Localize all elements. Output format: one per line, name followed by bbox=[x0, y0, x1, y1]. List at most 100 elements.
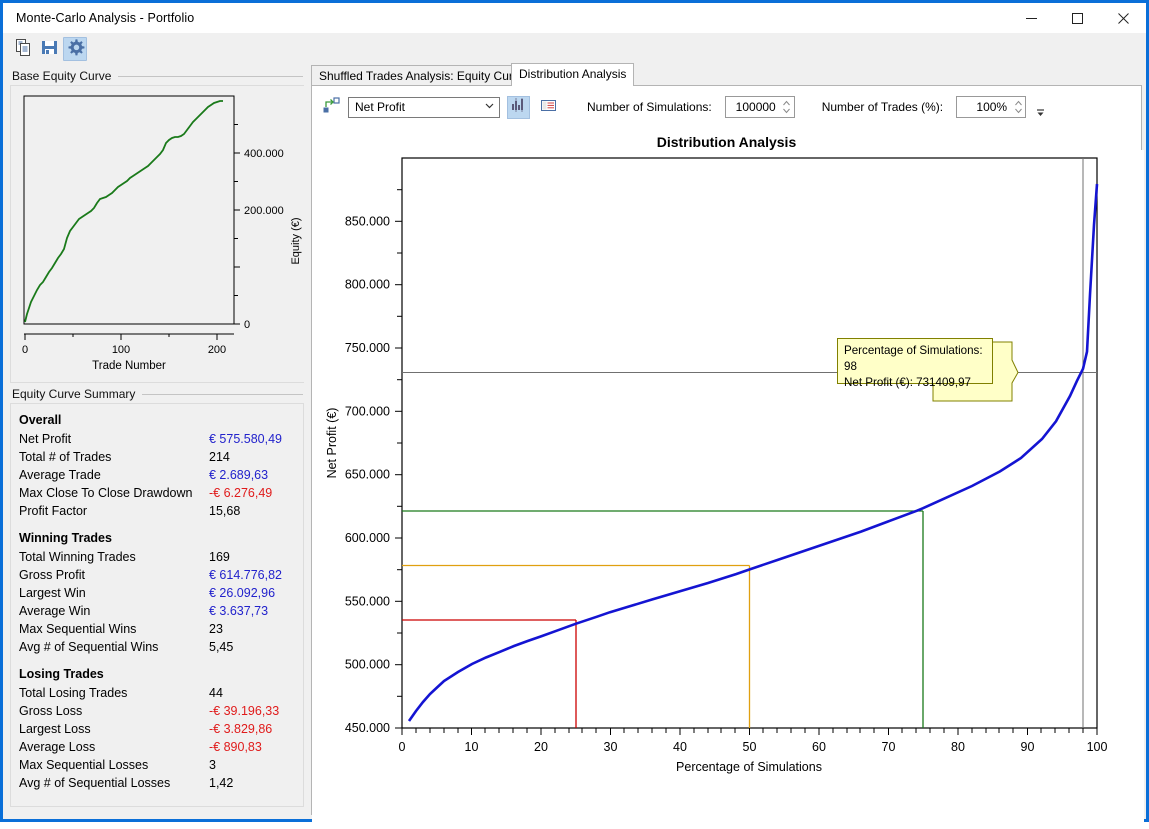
stat-label: Max Sequential Losses bbox=[19, 758, 209, 772]
stat-value: -€ 39.196,33 bbox=[209, 704, 279, 718]
section-heading: Losing Trades bbox=[11, 664, 303, 684]
svg-text:20: 20 bbox=[534, 740, 548, 754]
stat-value: 5,45 bbox=[209, 640, 233, 654]
svg-text:200: 200 bbox=[208, 344, 226, 356]
svg-text:200.000: 200.000 bbox=[244, 205, 284, 217]
copy-icon bbox=[14, 38, 33, 60]
section-spacer bbox=[11, 656, 303, 664]
tooltip-line-2: Net Profit (€): 731409,97 bbox=[844, 375, 986, 391]
svg-text:450.000: 450.000 bbox=[345, 721, 390, 735]
distribution-chart-svg[interactable]: 450.000 500.000 550.000 600.000 650.000 … bbox=[312, 150, 1144, 826]
svg-text:90: 90 bbox=[1021, 740, 1035, 754]
distribution-chart[interactable]: 450.000 500.000 550.000 600.000 650.000 … bbox=[312, 150, 1141, 814]
svg-text:850.000: 850.000 bbox=[345, 214, 390, 228]
bar-chart-icon bbox=[510, 97, 527, 117]
overflow-chevron-icon bbox=[1035, 106, 1046, 122]
metric-select-value: Net Profit bbox=[355, 100, 405, 114]
section-spacer bbox=[11, 520, 303, 528]
maximize-button[interactable] bbox=[1054, 3, 1100, 33]
chevron-down-icon bbox=[484, 100, 495, 114]
summary-section-winning: Winning Trades Total Winning Trades 169 … bbox=[11, 528, 303, 656]
stat-value: 15,68 bbox=[209, 504, 240, 518]
svg-text:800.000: 800.000 bbox=[345, 278, 390, 292]
summary-section-losing: Losing Trades Total Losing Trades 44 Gro… bbox=[11, 664, 303, 792]
settings-button[interactable] bbox=[63, 37, 87, 61]
svg-text:550.000: 550.000 bbox=[345, 594, 390, 608]
stat-row: Largest Loss -€ 3.829,86 bbox=[11, 720, 303, 738]
tooltip-line-1: Percentage of Simulations: 98 bbox=[844, 343, 986, 375]
stat-label: Total Losing Trades bbox=[19, 686, 209, 700]
stat-value: 23 bbox=[209, 622, 223, 636]
spinner-arrows-icon[interactable] bbox=[1011, 99, 1025, 115]
stat-row: Max Sequential Wins 23 bbox=[11, 620, 303, 638]
main-area: Base Equity Curve bbox=[3, 65, 1146, 819]
window-title: Monte-Carlo Analysis - Portfolio bbox=[3, 11, 194, 25]
svg-text:0: 0 bbox=[244, 319, 250, 331]
stat-value: -€ 890,83 bbox=[209, 740, 262, 754]
shuffle-nodes-icon[interactable] bbox=[322, 96, 341, 118]
stat-value: € 3.637,73 bbox=[209, 604, 268, 618]
stat-label: Largest Loss bbox=[19, 722, 209, 736]
copy-button[interactable] bbox=[11, 37, 35, 61]
svg-text:10: 10 bbox=[465, 740, 479, 754]
stat-value: € 2.689,63 bbox=[209, 468, 268, 482]
stat-row: Max Sequential Losses 3 bbox=[11, 756, 303, 774]
svg-text:600.000: 600.000 bbox=[345, 531, 390, 545]
equity-curve-chart[interactable]: 0 200.000 400.000 Equity (€) 0 100 bbox=[11, 86, 305, 382]
tab-label: Shuffled Trades Analysis: Equity Curve bbox=[319, 69, 526, 83]
svg-text:40: 40 bbox=[673, 740, 687, 754]
chart-view-button[interactable] bbox=[507, 96, 530, 119]
stat-value: -€ 6.276,49 bbox=[209, 486, 272, 500]
minimize-button[interactable] bbox=[1008, 3, 1054, 33]
stat-value: 214 bbox=[209, 450, 230, 464]
spinner-arrows-icon[interactable] bbox=[780, 99, 794, 115]
stat-label: Profit Factor bbox=[19, 504, 209, 518]
stat-label: Avg # of Sequential Wins bbox=[19, 640, 209, 654]
base-equity-curve-panel: 0 200.000 400.000 Equity (€) 0 100 bbox=[10, 85, 304, 383]
distribution-analysis-panel: Net Profit bbox=[311, 85, 1142, 815]
tab-shuffled-trades-analysis[interactable]: Shuffled Trades Analysis: Equity Curve bbox=[311, 65, 534, 86]
simulations-input[interactable]: 100000 bbox=[725, 96, 795, 118]
trades-pct-input[interactable]: 100% bbox=[956, 96, 1026, 118]
header-rule bbox=[118, 76, 303, 77]
stat-label: Largest Win bbox=[19, 586, 209, 600]
svg-text:500.000: 500.000 bbox=[345, 658, 390, 672]
svg-text:30: 30 bbox=[604, 740, 618, 754]
stat-value: 3 bbox=[209, 758, 216, 772]
simulations-value: 100000 bbox=[726, 100, 780, 114]
metric-select[interactable]: Net Profit bbox=[348, 97, 500, 118]
tooltip-box: Percentage of Simulations: 98 Net Profit… bbox=[837, 338, 993, 384]
save-button[interactable] bbox=[37, 37, 61, 61]
simulations-label: Number of Simulations: bbox=[587, 100, 712, 114]
stat-value: € 614.776,82 bbox=[209, 568, 282, 582]
table-view-icon bbox=[540, 97, 557, 117]
right-pane: Shuffled Trades Analysis: Equity Curve D… bbox=[311, 65, 1142, 815]
summary-section-overall: Overall Net Profit € 575.580,49 Total # … bbox=[11, 410, 303, 520]
stat-label: Net Profit bbox=[19, 432, 209, 446]
svg-text:750.000: 750.000 bbox=[345, 341, 390, 355]
tab-distribution-analysis[interactable]: Distribution Analysis bbox=[511, 63, 634, 86]
stat-row: Gross Profit € 614.776,82 bbox=[11, 566, 303, 584]
stat-row: Total Losing Trades 44 bbox=[11, 684, 303, 702]
svg-text:80: 80 bbox=[951, 740, 965, 754]
svg-text:0: 0 bbox=[399, 740, 406, 754]
tab-strip: Shuffled Trades Analysis: Equity Curve D… bbox=[311, 65, 1142, 85]
stat-label: Total Winning Trades bbox=[19, 550, 209, 564]
svg-text:650.000: 650.000 bbox=[345, 468, 390, 482]
svg-text:70: 70 bbox=[882, 740, 896, 754]
monte-carlo-window: Monte-Carlo Analysis - Portfolio bbox=[0, 0, 1149, 822]
close-button[interactable] bbox=[1100, 3, 1146, 33]
equity-summary-panel: Overall Net Profit € 575.580,49 Total # … bbox=[10, 403, 304, 807]
table-view-button[interactable] bbox=[537, 96, 560, 119]
stat-value: 44 bbox=[209, 686, 223, 700]
x-axis-title: Percentage of Simulations bbox=[676, 760, 822, 774]
stat-label: Average Trade bbox=[19, 468, 209, 482]
toolbar-overflow-button[interactable] bbox=[1033, 92, 1047, 122]
stat-row: Average Loss -€ 890,83 bbox=[11, 738, 303, 756]
left-pane: Base Equity Curve bbox=[3, 65, 311, 815]
tab-label: Distribution Analysis bbox=[519, 67, 626, 81]
stat-value: 169 bbox=[209, 550, 230, 564]
trades-pct-label: Number of Trades (%): bbox=[822, 100, 943, 114]
stat-row: Average Win € 3.637,73 bbox=[11, 602, 303, 620]
title-bar: Monte-Carlo Analysis - Portfolio bbox=[3, 3, 1146, 33]
